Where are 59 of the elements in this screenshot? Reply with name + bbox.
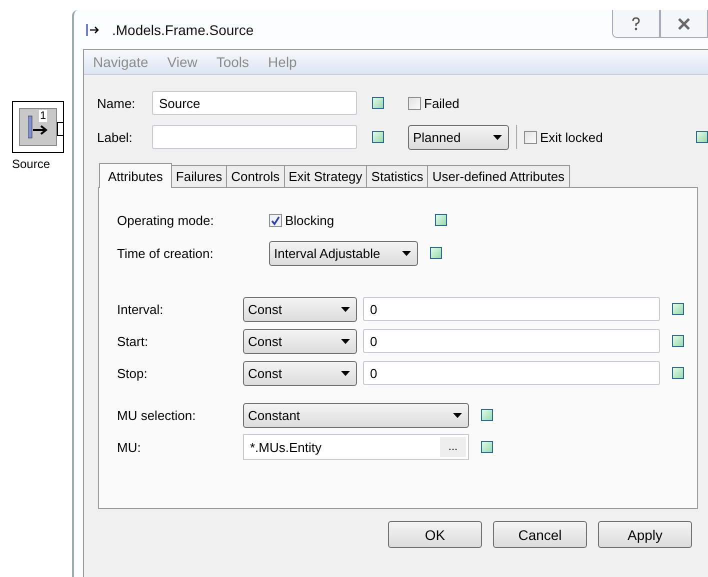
block-label: Source — [12, 157, 50, 171]
checkbox[interactable] — [408, 96, 421, 110]
field-label: Operating mode: — [117, 212, 215, 228]
dialog-button[interactable]: Cancel — [493, 521, 587, 548]
checkbox-label: Blocking — [285, 212, 334, 228]
field-label: Label: — [97, 130, 134, 144]
dialog-button[interactable]: OK — [388, 521, 482, 548]
close-icon — [677, 18, 691, 30]
indicator-icon — [672, 303, 684, 315]
window-title: .Models.Frame.Source — [112, 22, 254, 38]
checkbox[interactable] — [524, 130, 537, 144]
source-block[interactable]: 1 — [12, 101, 64, 153]
selection-dropdown[interactable]: Constant — [243, 402, 469, 428]
field-label: Interval: — [117, 302, 164, 316]
field-label: Stop: — [117, 366, 148, 380]
field-label: MU: — [117, 440, 142, 454]
indicator-icon — [372, 97, 384, 109]
caret-icon — [453, 412, 462, 418]
field-label: MU selection: — [117, 408, 197, 422]
indicator-icon — [430, 247, 442, 259]
caret-icon — [341, 370, 350, 376]
indicator-icon — [481, 409, 493, 421]
indicator-icon — [696, 131, 708, 143]
caret-icon — [341, 306, 350, 312]
tab[interactable]: Attributes — [99, 163, 172, 188]
field-label: Name: — [97, 96, 136, 110]
help-button[interactable] — [612, 10, 660, 38]
indicator-icon — [435, 214, 447, 226]
distribution-dropdown[interactable]: Const — [243, 328, 357, 354]
checkbox-label: Failed — [424, 96, 460, 110]
indicator-icon — [672, 367, 684, 379]
caret-icon — [341, 338, 350, 344]
checkbox-label: Exit locked — [540, 130, 603, 144]
distribution-dropdown[interactable]: Const — [243, 360, 357, 386]
label-field[interactable] — [152, 125, 357, 149]
close-button[interactable] — [660, 10, 708, 38]
indicator-icon — [672, 335, 684, 347]
count-badge: 1 — [39, 110, 48, 122]
exit-arrow-icon — [86, 24, 100, 36]
mu-field[interactable]: *.MUs.Entity ... — [243, 434, 469, 460]
checkbox[interactable] — [269, 214, 282, 226]
dialog-button[interactable]: Apply — [598, 521, 692, 548]
creation-dropdown[interactable]: Interval Adjustable — [269, 240, 418, 266]
value-field[interactable]: 0 — [363, 297, 660, 321]
indicator-icon — [372, 131, 384, 143]
name-field[interactable]: Source — [152, 91, 357, 115]
field-label: Start: — [117, 334, 150, 348]
value-field[interactable]: 0 — [363, 329, 660, 353]
distribution-dropdown[interactable]: Const — [243, 296, 357, 322]
field-label: Time of creation: — [117, 246, 214, 260]
tab[interactable]: Exit Strategy — [284, 165, 368, 187]
tab[interactable]: User-defined Attributes — [427, 165, 570, 187]
state-dropdown[interactable]: Planned — [408, 124, 509, 150]
caret-icon — [493, 134, 502, 140]
indicator-icon — [481, 441, 493, 453]
browse-button[interactable]: ... — [440, 437, 466, 457]
help-icon — [631, 16, 641, 30]
value-field[interactable]: 0 — [363, 361, 660, 385]
caret-icon — [402, 250, 411, 256]
